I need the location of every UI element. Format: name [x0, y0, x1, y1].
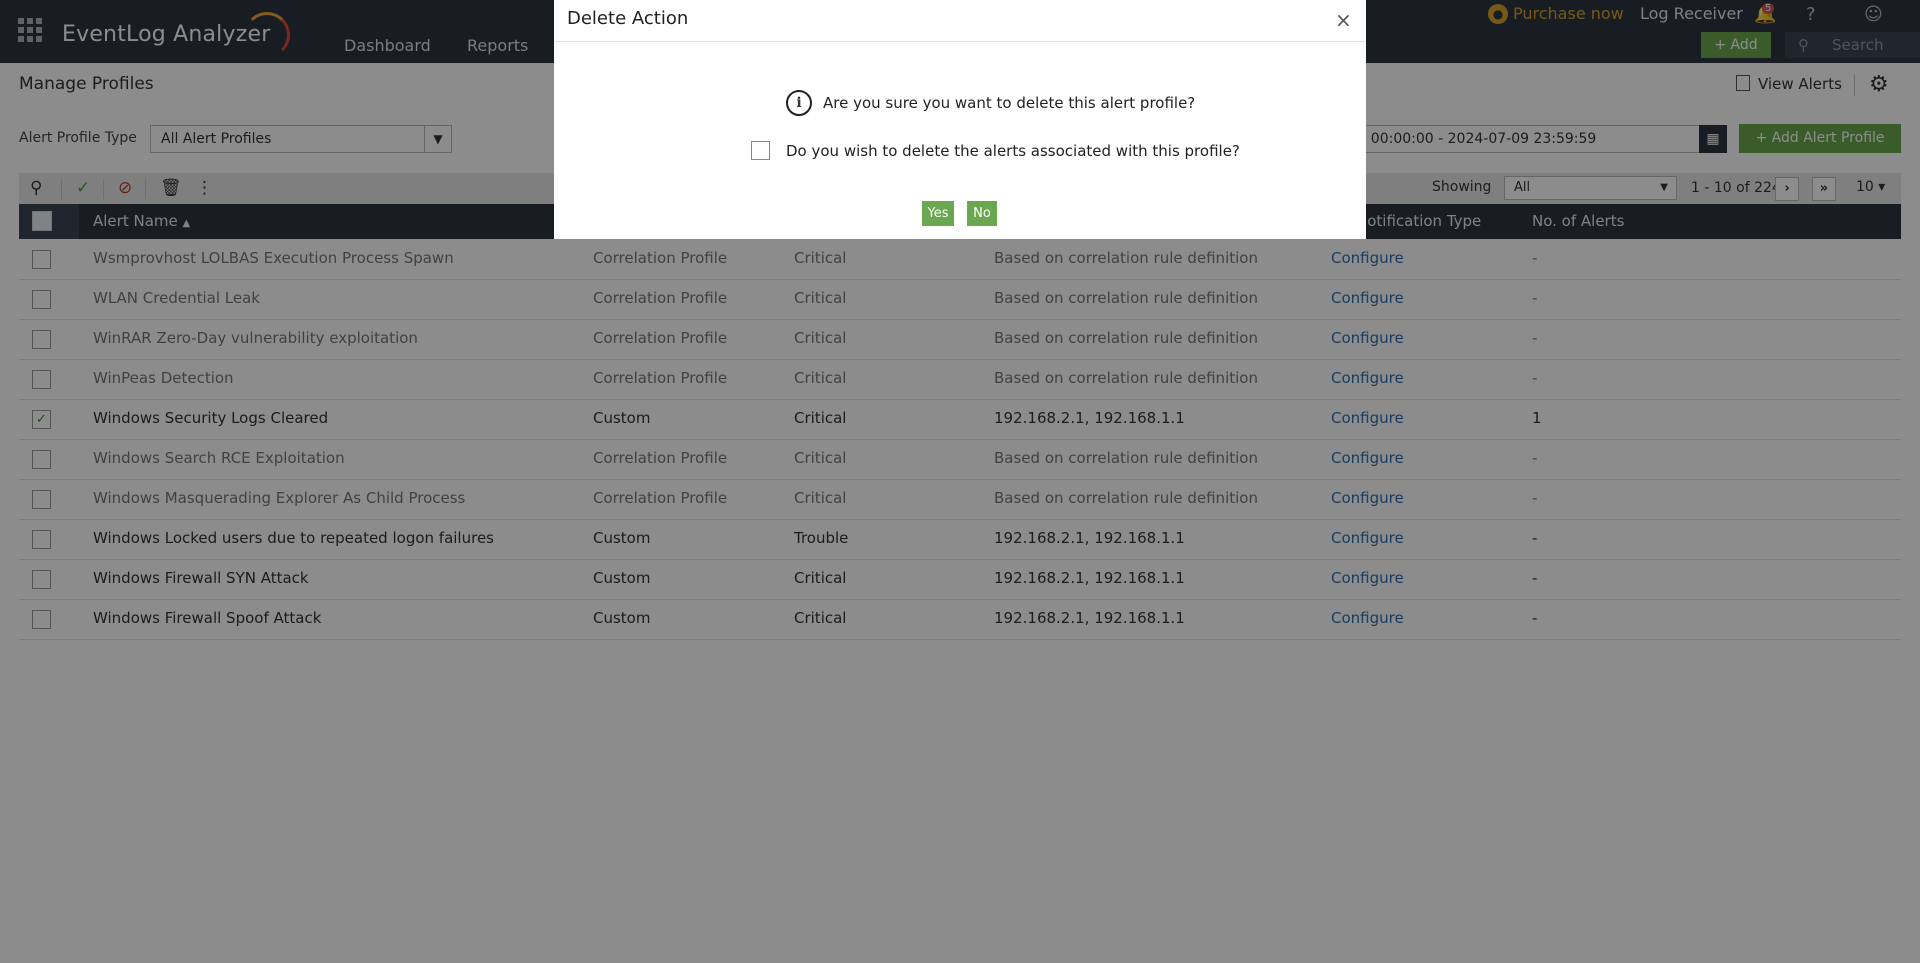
delete-alerts-checkbox[interactable] [751, 141, 770, 160]
close-icon[interactable]: × [1335, 8, 1352, 32]
yes-button[interactable]: Yes [922, 201, 954, 226]
dialog-title: Delete Action [567, 8, 689, 29]
info-icon: i [786, 90, 812, 116]
confirm-question: Are you sure you want to delete this ale… [823, 94, 1196, 112]
dialog-divider [554, 41, 1366, 42]
delete-alerts-label[interactable]: Do you wish to delete the alerts associa… [786, 142, 1240, 160]
delete-action-dialog: Delete Action × i Are you sure you want … [554, 0, 1366, 239]
no-button[interactable]: No [967, 201, 997, 226]
